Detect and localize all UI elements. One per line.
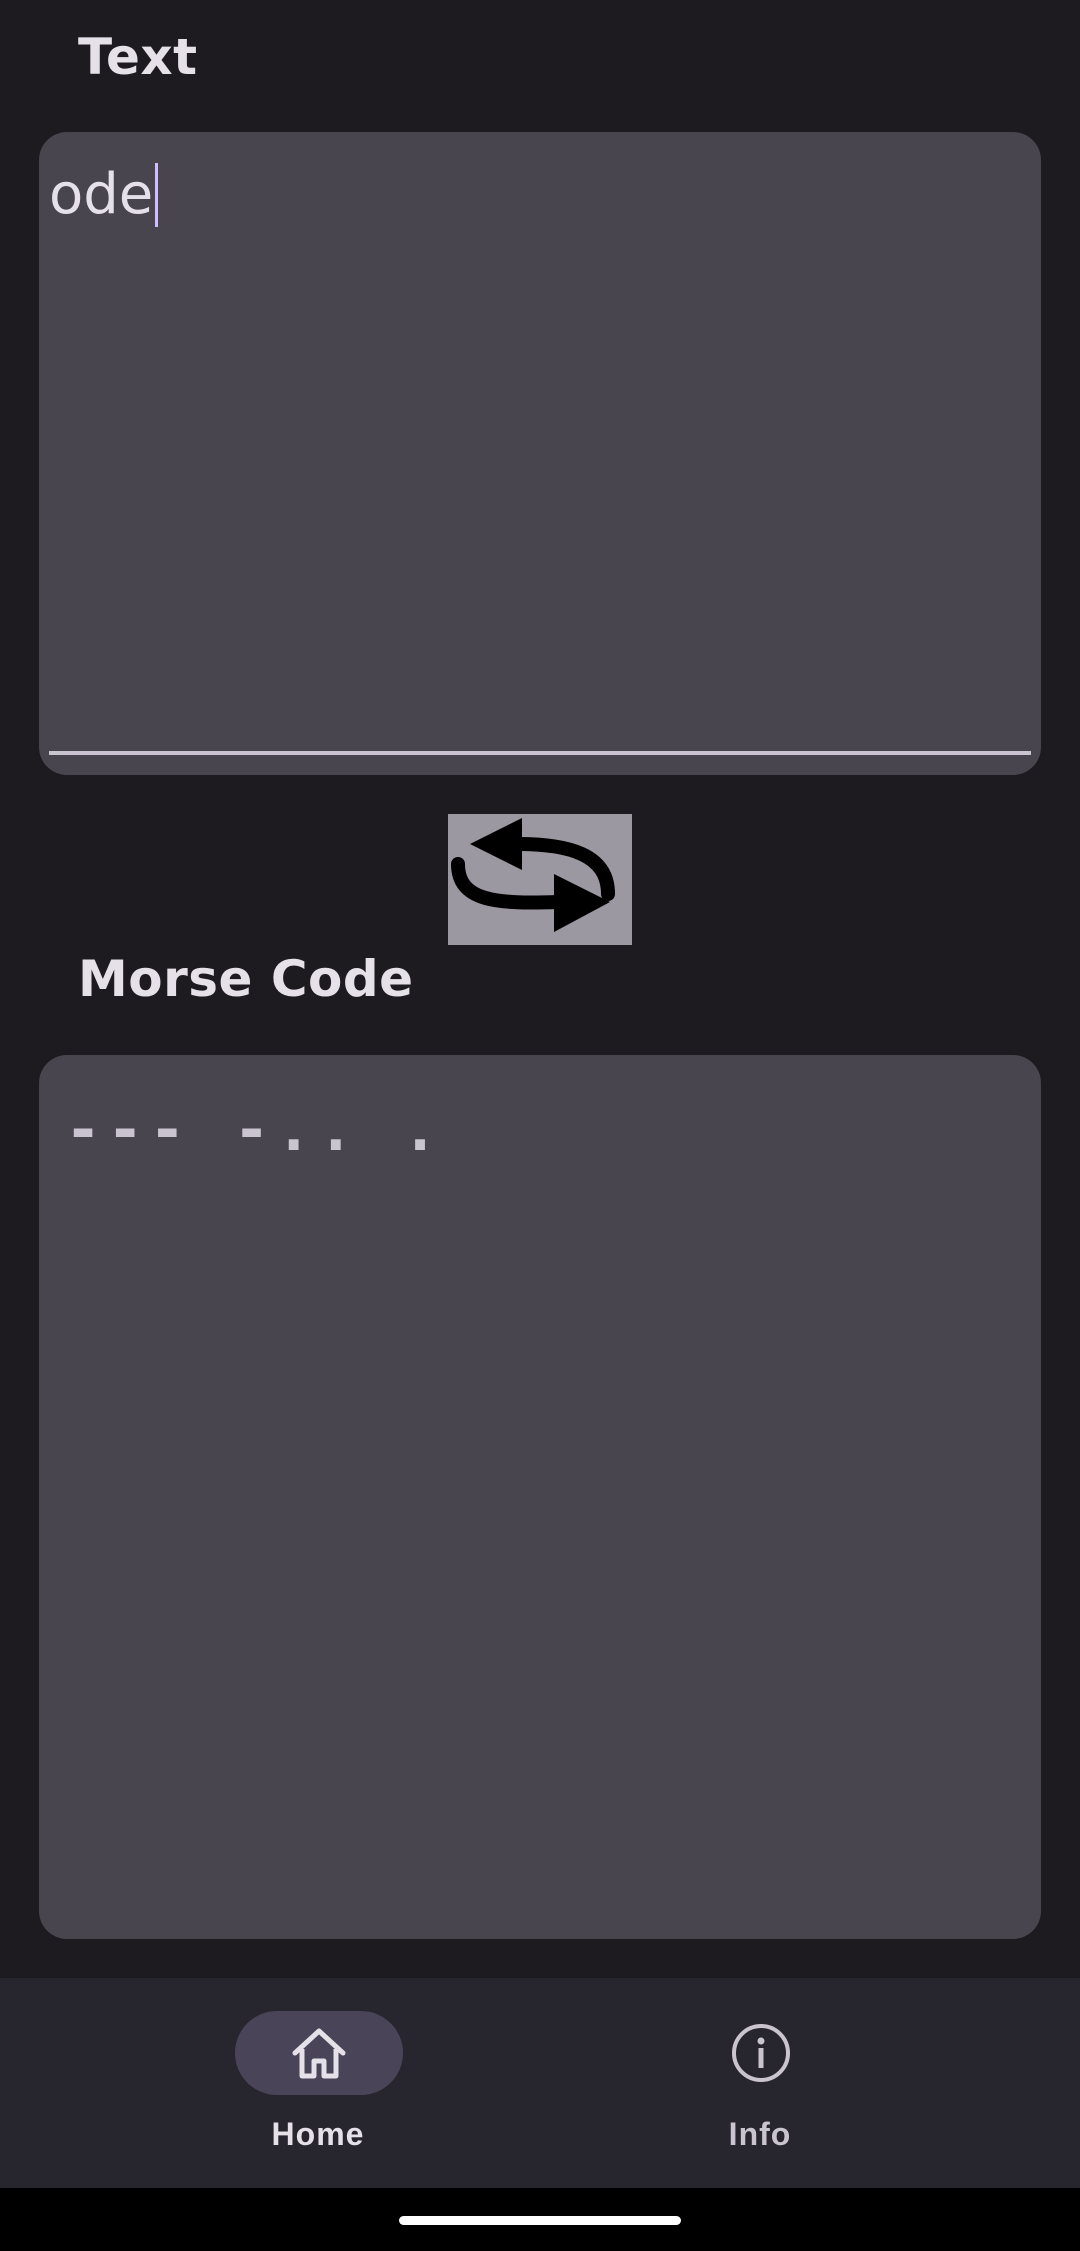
morse-output-value: --- -.. .	[65, 1095, 445, 1165]
text-input-field[interactable]: ode	[39, 132, 1041, 775]
text-cursor	[155, 162, 159, 227]
nav-indicator-slot	[677, 2011, 845, 2095]
nav-item-info[interactable]: Info	[610, 1978, 910, 2188]
bottom-navigation-bar: Home Info	[0, 1978, 1080, 2188]
text-input-value: ode	[49, 162, 154, 227]
home-icon	[292, 2028, 346, 2079]
morse-output-field[interactable]: --- -.. .	[39, 1055, 1041, 1939]
swap-arrows-icon	[451, 818, 615, 932]
swap-button[interactable]	[448, 814, 632, 945]
text-input-value-container[interactable]: ode	[49, 162, 159, 227]
text-section-label: Text	[78, 28, 198, 86]
info-icon	[732, 2024, 790, 2082]
system-navigation-bar	[0, 2188, 1080, 2251]
nav-label-info: Info	[728, 2116, 792, 2152]
morse-section-label: Morse Code	[78, 950, 414, 1008]
nav-item-home[interactable]: Home	[168, 1978, 468, 2188]
text-input-underline	[49, 751, 1031, 755]
nav-active-indicator	[235, 2011, 403, 2095]
gesture-home-handle[interactable]	[399, 2216, 681, 2225]
nav-label-home: Home	[271, 2116, 365, 2152]
